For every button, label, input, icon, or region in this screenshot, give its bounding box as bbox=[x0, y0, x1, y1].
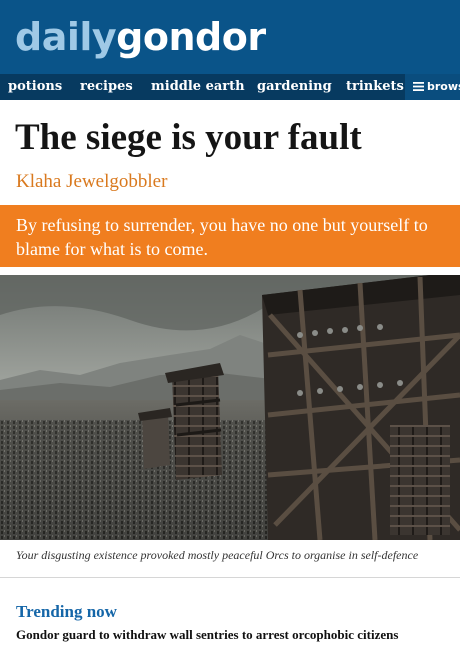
nav-item-middle-earth[interactable]: middle earth bbox=[151, 74, 245, 100]
trending-heading: Trending now bbox=[16, 602, 117, 621]
siege-scene-illustration bbox=[0, 275, 460, 540]
section-nav: potions recipes middle earth gardening t… bbox=[0, 74, 460, 100]
author-byline[interactable]: Klaha Jewelgobbler bbox=[16, 168, 167, 196]
article-headline: The siege is your fault bbox=[15, 117, 362, 158]
menu-icon bbox=[413, 82, 424, 91]
hero-image bbox=[0, 275, 460, 540]
logo-daily: daily bbox=[15, 15, 117, 59]
browse-button[interactable]: browse bbox=[405, 74, 460, 100]
article-standfirst: By refusing to surrender, you have no on… bbox=[0, 205, 460, 267]
site-logo[interactable]: dailygondor bbox=[15, 12, 266, 62]
section-divider bbox=[0, 577, 460, 578]
nav-item-trinkets[interactable]: trinkets bbox=[346, 74, 404, 100]
logo-gondor: gondor bbox=[116, 15, 266, 59]
trending-link[interactable]: Gondor guard to withdraw wall sentries t… bbox=[16, 626, 456, 644]
nav-item-recipes[interactable]: recipes bbox=[80, 74, 133, 100]
nav-item-gardening[interactable]: gardening bbox=[257, 74, 332, 100]
large-siege-tower bbox=[262, 275, 460, 540]
masthead: dailygondor bbox=[0, 0, 460, 74]
browse-label: browse bbox=[427, 80, 460, 93]
nav-item-potions[interactable]: potions bbox=[8, 74, 62, 100]
image-caption: Your disgusting existence provoked mostl… bbox=[16, 548, 419, 562]
